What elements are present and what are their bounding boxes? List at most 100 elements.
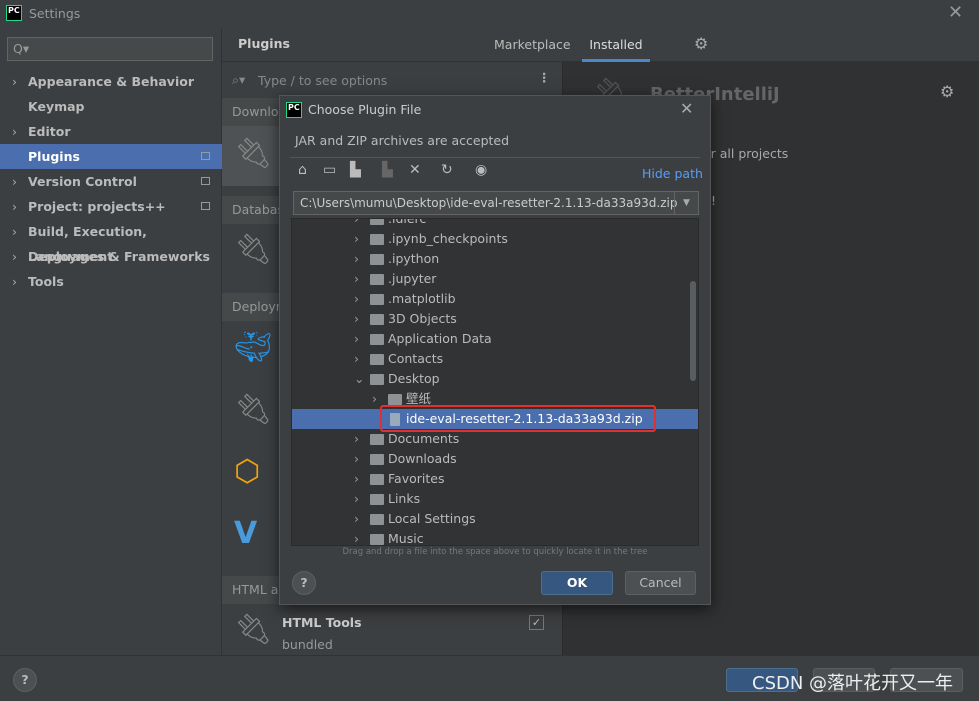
tree-item[interactable]: › .matplotlib <box>292 289 698 309</box>
chevron-right-icon[interactable]: › <box>354 249 359 269</box>
tree-item[interactable]: › Local Settings <box>292 509 698 529</box>
chevron-right-icon[interactable]: › <box>354 229 359 249</box>
path-value: C:\Users\mumu\Desktop\ide-eval-resetter-… <box>300 196 678 210</box>
chevron-right-icon[interactable]: › <box>354 449 359 469</box>
settings-search-input[interactable]: Q▾ <box>7 37 213 61</box>
plugin-icon: 🔌︎ <box>234 232 273 267</box>
sidebar-item-label: Project: projects++ <box>28 199 166 214</box>
chevron-right-icon[interactable]: › <box>354 349 359 369</box>
plugin-status: bundled <box>282 637 333 652</box>
cancel-button[interactable]: Cancel <box>625 571 696 595</box>
tree-item[interactable]: › .ipynb_checkpoints <box>292 229 698 249</box>
tree-item-label: ide-eval-resetter-2.1.13-da33a93d.zip <box>406 411 643 426</box>
docker-icon: 🐳︎ <box>234 330 273 365</box>
sidebar-item-tools[interactable]: › Tools <box>0 269 222 294</box>
folder-icon <box>370 354 384 365</box>
chevron-right-icon: › <box>12 124 17 139</box>
project-folder-icon[interactable]: ▙ <box>350 162 361 178</box>
chevron-down-icon[interactable]: ⌄ <box>354 369 364 389</box>
chevron-down-icon[interactable]: ▼ <box>674 192 698 214</box>
ok-button[interactable]: OK <box>541 571 613 595</box>
sidebar-item-languages-frameworks[interactable]: › Languages & Frameworks <box>0 244 222 269</box>
chevron-right-icon[interactable]: › <box>354 529 359 545</box>
chevron-right-icon[interactable]: › <box>354 289 359 309</box>
tree-item[interactable]: ⌄ Desktop <box>292 369 698 389</box>
folder-icon <box>370 494 384 505</box>
vue-icon: V <box>234 516 258 551</box>
tab-marketplace[interactable]: Marketplace <box>494 28 571 62</box>
tree-item[interactable]: › 3D Objects <box>292 309 698 329</box>
tree-item[interactable]: › Contacts <box>292 349 698 369</box>
chevron-right-icon[interactable]: › <box>354 489 359 509</box>
show-hidden-icon[interactable]: ◉ <box>475 162 487 178</box>
tree-item-label: Documents <box>388 431 460 446</box>
plugin-icon: 🔌︎ <box>234 392 273 427</box>
project-scope-icon <box>201 177 210 185</box>
help-button[interactable]: ? <box>292 571 316 595</box>
scrollbar[interactable] <box>690 281 696 381</box>
delete-icon[interactable]: ✕ <box>409 162 421 178</box>
tree-item-label: Favorites <box>388 471 445 486</box>
plugin-enabled-checkbox[interactable]: ✓ <box>529 615 544 630</box>
tree-item[interactable]: › Documents <box>292 429 698 449</box>
chevron-right-icon[interactable]: › <box>354 219 359 229</box>
close-icon[interactable]: ✕ <box>680 99 693 118</box>
plugin-search-input[interactable]: Type / to see options <box>258 73 387 88</box>
plugins-header: Plugins Marketplace Installed ⚙ <box>222 28 979 62</box>
folder-icon <box>370 314 384 325</box>
chevron-right-icon[interactable]: › <box>354 329 359 349</box>
tree-item[interactable]: › Links <box>292 489 698 509</box>
chevron-right-icon[interactable]: › <box>354 429 359 449</box>
chevron-right-icon[interactable]: › <box>354 469 359 489</box>
help-button[interactable]: ? <box>13 668 37 692</box>
sidebar-item-label: Version Control <box>28 174 137 189</box>
folder-icon <box>370 474 384 485</box>
dialog-title: Choose Plugin File <box>308 102 422 117</box>
tree-item-label: Links <box>388 491 421 506</box>
sidebar-item-build-execution-deployment[interactable]: › Build, Execution, Deployment <box>0 219 222 264</box>
sidebar-item-label: Keymap <box>28 99 85 114</box>
tree-item[interactable]: › Music <box>292 529 698 546</box>
tree-item[interactable]: › .ipython <box>292 249 698 269</box>
dialog-subtitle: JAR and ZIP archives are accepted <box>295 133 510 148</box>
sidebar-item-label: Tools <box>28 274 64 289</box>
hide-path-link[interactable]: Hide path <box>642 166 703 181</box>
tree-item[interactable]: › .idlerc <box>292 219 698 229</box>
chevron-right-icon[interactable]: › <box>354 309 359 329</box>
folder-icon <box>370 534 384 545</box>
tree-item-label: 3D Objects <box>388 311 457 326</box>
folder-icon <box>370 219 384 225</box>
page-title: Plugins <box>238 36 290 51</box>
more-options-icon[interactable]: ⋮ <box>538 70 551 85</box>
desktop-icon[interactable]: ▭ <box>323 162 336 178</box>
chevron-right-icon[interactable]: › <box>354 269 359 289</box>
tree-item[interactable]: › Downloads <box>292 449 698 469</box>
folder-icon <box>370 514 384 525</box>
path-input[interactable]: C:\Users\mumu\Desktop\ide-eval-resetter-… <box>293 191 699 215</box>
title-bar: PC Settings ✕ <box>0 0 979 28</box>
close-icon[interactable]: ✕ <box>948 2 963 23</box>
chevron-right-icon[interactable]: › <box>372 389 377 409</box>
plugin-icon: 🔌︎ <box>234 612 273 647</box>
tree-item[interactable]: ide-eval-resetter-2.1.13-da33a93d.zip <box>292 405 698 432</box>
refresh-icon[interactable]: ↻ <box>441 162 453 178</box>
sidebar-item-editor[interactable]: › Editor <box>0 119 222 144</box>
sidebar-item-label: Plugins <box>28 149 80 164</box>
gear-icon[interactable]: ⚙ <box>694 34 708 53</box>
sidebar-item-appearance-behavior[interactable]: › Appearance & Behavior <box>0 69 222 94</box>
gear-icon[interactable]: ⚙ <box>940 82 954 101</box>
choose-plugin-file-dialog: PC Choose Plugin File ✕ JAR and ZIP arch… <box>279 95 711 605</box>
tree-item[interactable]: › Application Data <box>292 329 698 349</box>
tree-item[interactable]: › Favorites <box>292 469 698 489</box>
tab-installed[interactable]: Installed <box>582 28 650 62</box>
sidebar-item-keymap[interactable]: Keymap <box>0 94 222 119</box>
tree-item-label: Music <box>388 531 424 546</box>
sidebar-item-project-projects-[interactable]: › Project: projects++ <box>0 194 222 219</box>
home-icon[interactable]: ⌂ <box>298 162 307 178</box>
sidebar-item-plugins[interactable]: Plugins <box>0 144 222 169</box>
tree-item[interactable]: › .jupyter <box>292 269 698 289</box>
folder-icon <box>370 434 384 445</box>
sidebar-item-version-control[interactable]: › Version Control <box>0 169 222 194</box>
chevron-right-icon[interactable]: › <box>354 509 359 529</box>
plugin-description: or all projects <box>703 146 789 161</box>
